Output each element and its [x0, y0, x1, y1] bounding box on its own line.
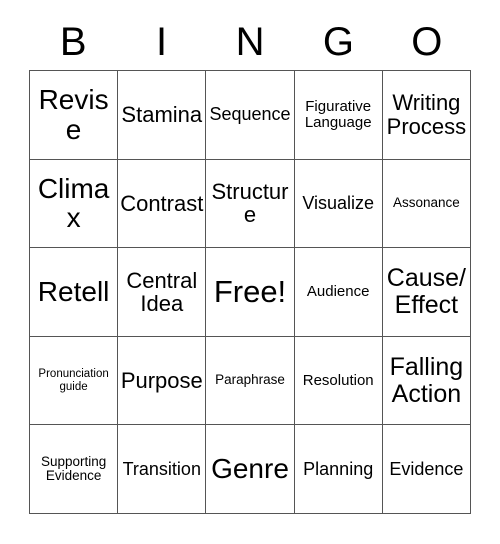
bingo-cell-label: Supporting Evidence — [40, 453, 107, 484]
bingo-header-letter-g: G — [322, 20, 354, 64]
bingo-cell-label: Sequence — [209, 104, 291, 125]
bingo-cell-label: Assonance — [392, 195, 460, 211]
bingo-cell-label: Contrast — [120, 190, 204, 216]
bingo-cell-label: Pronunciation guide — [38, 368, 109, 393]
bingo-cell-label: Stamina — [121, 102, 203, 128]
bingo-cell[interactable]: Purpose — [118, 336, 207, 426]
bingo-cell-label: Paraphrase — [215, 372, 285, 388]
bingo-cell[interactable]: Cause/Effect — [382, 248, 471, 337]
bingo-card: B I N G O Revise Stamina Sequence Figurative La… — [0, 0, 500, 544]
bingo-cell-label: Transition — [122, 458, 201, 479]
bingo-cell[interactable]: Climax — [30, 159, 119, 249]
bingo-header-letter-b: B — [59, 20, 87, 64]
bingo-cell-label: Free! — [213, 273, 287, 309]
bingo-cell-label: Structure — [211, 179, 289, 228]
bingo-cell-label: Genre — [211, 453, 289, 485]
bingo-cell[interactable]: Pronunciation guide — [30, 336, 119, 426]
bingo-cell[interactable]: Assonance — [382, 159, 471, 249]
bingo-cell-label: Planning — [303, 458, 374, 479]
bingo-cell[interactable]: Revise — [30, 71, 119, 160]
bingo-cell[interactable]: Paraphrase — [206, 336, 295, 426]
bingo-cell[interactable]: Transition — [118, 425, 207, 514]
bingo-cell[interactable]: Audience — [294, 248, 383, 337]
bingo-cell-label: Evidence — [389, 458, 464, 479]
bingo-cell-free[interactable]: Free! — [206, 248, 295, 337]
bingo-cell[interactable]: Genre — [206, 425, 295, 514]
bingo-cell-label: Visualize — [302, 192, 375, 213]
bingo-header-letter-o: O — [411, 20, 443, 64]
bingo-cell-label: Audience — [306, 283, 370, 301]
bingo-cell[interactable]: Contrast — [118, 159, 207, 249]
bingo-cell[interactable]: Evidence — [382, 425, 471, 514]
bingo-cell-label: Retell — [37, 276, 110, 308]
bingo-cell-label: Revise — [38, 84, 109, 145]
bingo-cell[interactable]: Resolution — [294, 336, 383, 426]
bingo-header-letter-i: I — [156, 20, 168, 64]
bingo-cell[interactable]: Figurative Language — [294, 71, 383, 160]
bingo-cell-label: Purpose — [120, 367, 203, 393]
bingo-header-row: BINGO — [29, 14, 471, 70]
bingo-cell-label: Figurative Language — [304, 97, 372, 131]
bingo-cell[interactable]: Supporting Evidence — [30, 425, 119, 514]
bingo-header-letter-n: N — [235, 20, 265, 64]
bingo-cell[interactable]: Retell — [30, 248, 119, 337]
bingo-cell-label: Climax — [37, 172, 110, 234]
bingo-cell-label: Central Idea — [126, 267, 198, 316]
bingo-cell[interactable]: Central Idea — [118, 248, 207, 337]
bingo-cell[interactable]: Writing Process — [382, 71, 471, 160]
bingo-cell-label: Falling Action — [389, 353, 464, 408]
bingo-grid: Revise Stamina Sequence Figurative Language… — [29, 70, 471, 514]
bingo-cell[interactable]: Sequence — [206, 71, 295, 160]
bingo-cell-label: Cause/Effect — [386, 264, 466, 319]
bingo-cell[interactable]: Visualize — [294, 159, 383, 249]
bingo-cell[interactable]: Planning — [294, 425, 383, 514]
bingo-cell[interactable]: Falling Action — [382, 336, 471, 426]
bingo-cell[interactable]: Structure — [206, 159, 295, 249]
bingo-cell[interactable]: Stamina — [118, 71, 207, 160]
bingo-cell-label: Writing Process — [386, 90, 467, 139]
bingo-cell-label: Resolution — [302, 371, 374, 389]
